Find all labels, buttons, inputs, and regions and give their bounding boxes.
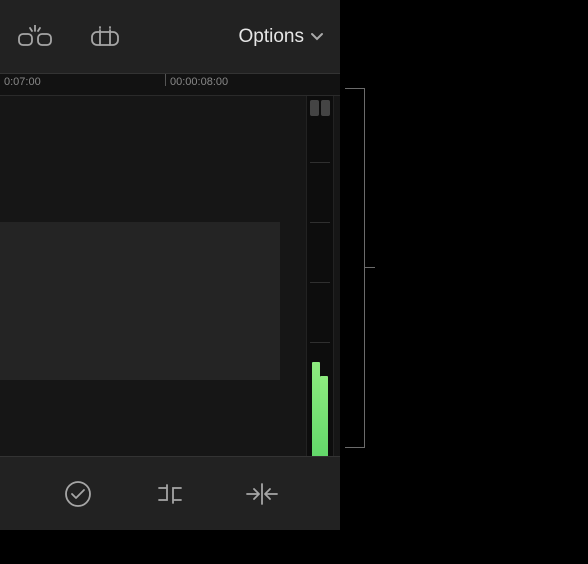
approve-check-icon[interactable] — [60, 476, 96, 512]
top-toolbar: Options — [0, 0, 340, 74]
collapse-arrows-icon[interactable] — [244, 476, 280, 512]
ruler-mark — [165, 74, 166, 86]
meter-bar-left — [312, 362, 320, 456]
ruler-tick: 00:00:08:00 — [170, 76, 228, 88]
audio-meter — [306, 96, 334, 456]
options-dropdown[interactable]: Options — [239, 26, 324, 48]
meter-peak-cap — [310, 100, 330, 116]
options-label: Options — [239, 26, 304, 48]
timeline-body[interactable] — [0, 96, 340, 456]
callout-line — [365, 267, 375, 268]
meter-bar-right — [320, 376, 328, 456]
callout-bracket — [345, 88, 365, 448]
split-clip-icon[interactable] — [152, 476, 188, 512]
chevron-down-icon — [310, 32, 324, 42]
bottom-toolbar — [0, 456, 340, 530]
app-panel: Options 0:07:00 00:00:08:00 — [0, 0, 340, 530]
timeline-ruler[interactable]: 0:07:00 00:00:08:00 — [0, 74, 340, 96]
trim-mode-icon[interactable] — [86, 23, 124, 51]
connect-clips-icon[interactable] — [16, 23, 54, 51]
meter-track — [311, 122, 329, 456]
clip-track[interactable] — [0, 222, 280, 380]
ruler-tick: 0:07:00 — [4, 76, 41, 88]
